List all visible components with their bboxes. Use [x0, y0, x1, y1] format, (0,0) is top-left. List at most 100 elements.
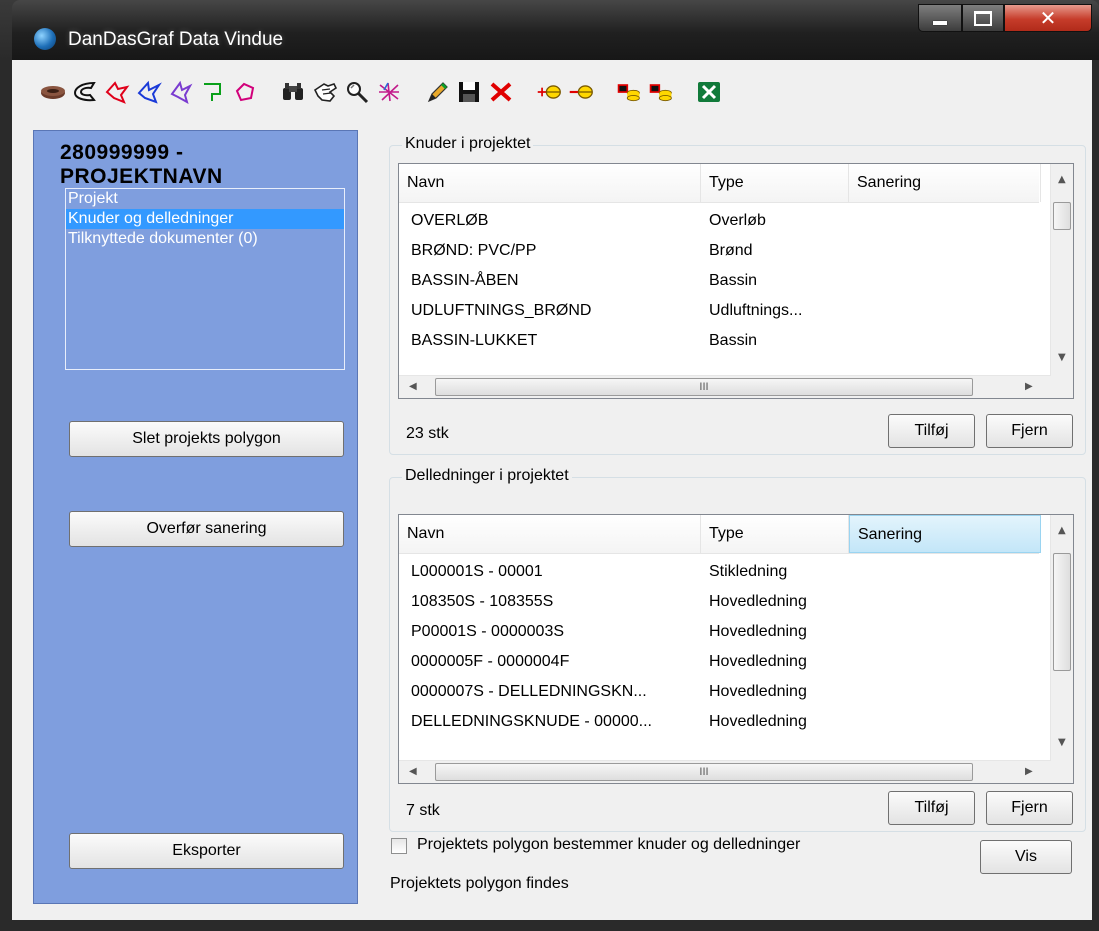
- column-header-sanering[interactable]: Sanering: [849, 515, 1041, 553]
- scroll-left-icon[interactable]: ◀: [409, 381, 417, 392]
- cell-type: Hovedledning: [709, 593, 807, 610]
- delledninger-vertical-scrollbar[interactable]: ▲ ▼: [1050, 515, 1073, 761]
- delledninger-remove-button[interactable]: Fjern: [986, 791, 1073, 825]
- remove-db-icon[interactable]: [648, 79, 674, 105]
- cell-navn: L000001S - 00001: [411, 563, 543, 580]
- knuder-list-header: Navn Type Sanering: [399, 164, 1041, 203]
- maximize-button[interactable]: [962, 4, 1004, 32]
- cell-navn: BASSIN-LUKKET: [411, 332, 538, 349]
- red-polygon-icon[interactable]: [104, 79, 130, 105]
- scroll-down-icon[interactable]: ▼: [1058, 352, 1066, 363]
- knuder-vertical-scrollbar[interactable]: ▲ ▼: [1050, 164, 1073, 376]
- table-row[interactable]: UDLUFTNINGS_BRØND Udluftnings...: [399, 296, 1039, 326]
- pink-polygon-icon[interactable]: [232, 79, 258, 105]
- nav-item-projekt[interactable]: Projekt: [66, 189, 344, 209]
- scroll-thumb-horizontal[interactable]: III: [435, 763, 973, 781]
- table-row[interactable]: BASSIN-LUKKET Bassin: [399, 326, 1039, 356]
- delledninger-legend: Delledninger i projektet: [402, 467, 572, 485]
- close-button[interactable]: ✕: [1004, 4, 1092, 32]
- delledninger-list[interactable]: Navn Type Sanering L000001S - 00001 Stik…: [398, 514, 1074, 784]
- cell-type: Hovedledning: [709, 683, 807, 700]
- network-icon[interactable]: [376, 79, 402, 105]
- cell-type: Hovedledning: [709, 623, 807, 640]
- add-node-icon[interactable]: [536, 79, 562, 105]
- table-row[interactable]: DELLEDNINGSKNUDE - 00000... Hovedledning: [399, 707, 1039, 737]
- nav-item-tilknyttede-dokumenter[interactable]: Tilknyttede dokumenter (0): [66, 229, 344, 249]
- blue-polygon-outline-icon[interactable]: [168, 79, 194, 105]
- column-header-navn[interactable]: Navn: [399, 164, 701, 202]
- project-nav-list[interactable]: Projekt Knuder og delledninger Tilknytte…: [65, 188, 345, 370]
- table-row[interactable]: P00001S - 0000003S Hovedledning: [399, 617, 1039, 647]
- magnifier-icon[interactable]: [344, 79, 370, 105]
- client-area: 280999999 - PROJEKTNAVN Projekt Knuder o…: [12, 60, 1092, 920]
- table-row[interactable]: OVERLØB Overløb: [399, 206, 1039, 236]
- column-header-sanering[interactable]: Sanering: [849, 164, 1041, 202]
- export-button[interactable]: Eksporter: [69, 833, 344, 869]
- scroll-right-icon[interactable]: ▶: [1025, 766, 1033, 777]
- delledninger-list-header: Navn Type Sanering: [399, 515, 1041, 554]
- title-bar[interactable]: DanDasGraf Data Vindue ✕: [12, 0, 1099, 60]
- add-db-icon[interactable]: [616, 79, 642, 105]
- table-row[interactable]: 0000007S - DELLEDNINGSKN... Hovedledning: [399, 677, 1039, 707]
- polygon-determines-checkbox[interactable]: [391, 838, 407, 854]
- knuder-horizontal-scrollbar[interactable]: ◀ III ▶: [399, 375, 1051, 398]
- app-globe-icon: [34, 28, 56, 50]
- nav-item-knuder-og-delledninger[interactable]: Knuder og delledninger: [66, 209, 344, 229]
- scroll-up-icon[interactable]: ▲: [1058, 174, 1066, 185]
- delledninger-horizontal-scrollbar[interactable]: ◀ III ▶: [399, 760, 1051, 783]
- scroll-thumb[interactable]: [1053, 553, 1071, 671]
- cell-type: Overløb: [709, 212, 766, 229]
- cell-type: Stikledning: [709, 563, 788, 580]
- minimize-button[interactable]: [918, 4, 962, 32]
- delete-icon[interactable]: [488, 79, 514, 105]
- knuder-add-button[interactable]: Tilføj: [888, 414, 975, 448]
- cell-navn: UDLUFTNINGS_BRØND: [411, 302, 592, 319]
- pencil-icon[interactable]: [424, 79, 450, 105]
- column-header-type[interactable]: Type: [701, 164, 849, 202]
- scroll-corner: [1051, 376, 1073, 398]
- cell-navn: BRØND: PVC/PP: [411, 242, 537, 259]
- knuder-list[interactable]: Navn Type Sanering OVERLØB Overløb BRØND…: [398, 163, 1074, 399]
- table-row[interactable]: 0000005F - 0000004F Hovedledning: [399, 647, 1039, 677]
- transfer-sanering-button[interactable]: Overfør sanering: [69, 511, 344, 547]
- delete-polygon-button[interactable]: Slet projekts polygon: [69, 421, 344, 457]
- project-panel: 280999999 - PROJEKTNAVN Projekt Knuder o…: [33, 130, 358, 904]
- scroll-left-icon[interactable]: ◀: [409, 766, 417, 777]
- blue-polygon-icon[interactable]: [136, 79, 162, 105]
- project-id: 280999999 -: [60, 141, 184, 164]
- column-header-type[interactable]: Type: [701, 515, 849, 553]
- table-row[interactable]: BASSIN-ÅBEN Bassin: [399, 266, 1039, 296]
- scroll-thumb-horizontal[interactable]: III: [435, 378, 973, 396]
- boomerang-icon[interactable]: [72, 79, 98, 105]
- status-text: Projektets polygon findes: [390, 875, 569, 892]
- binoculars-icon[interactable]: [280, 79, 306, 105]
- scroll-thumb[interactable]: [1053, 202, 1071, 230]
- scroll-right-icon[interactable]: ▶: [1025, 381, 1033, 392]
- knuder-group: Knuder i projektet Navn Type Sanering OV…: [389, 135, 1086, 455]
- cell-navn: 0000005F - 0000004F: [411, 653, 570, 670]
- delledninger-add-button[interactable]: Tilføj: [888, 791, 975, 825]
- hand-select-icon[interactable]: [312, 79, 338, 105]
- cell-navn: P00001S - 0000003S: [411, 623, 565, 640]
- toolbar: [12, 60, 1092, 124]
- project-heading: 280999999 - PROJEKTNAVN: [60, 141, 223, 189]
- cell-navn: OVERLØB: [411, 212, 489, 229]
- remove-node-icon[interactable]: [568, 79, 594, 105]
- cell-type: Bassin: [709, 272, 758, 289]
- table-row[interactable]: L000001S - 00001 Stikledning: [399, 557, 1039, 587]
- disk-icon[interactable]: [40, 79, 66, 105]
- knuder-remove-button[interactable]: Fjern: [986, 414, 1073, 448]
- scroll-up-icon[interactable]: ▲: [1058, 525, 1066, 536]
- cell-type: Hovedledning: [709, 713, 807, 730]
- knuder-count: 23 stk: [406, 425, 449, 442]
- table-row[interactable]: BRØND: PVC/PP Brønd: [399, 236, 1039, 266]
- excel-export-icon[interactable]: [696, 79, 722, 105]
- show-button[interactable]: Vis: [980, 840, 1072, 874]
- delledninger-count: 7 stk: [406, 802, 440, 819]
- scroll-down-icon[interactable]: ▼: [1058, 737, 1066, 748]
- table-row[interactable]: 108350S - 108355S Hovedledning: [399, 587, 1039, 617]
- green-polygon-icon[interactable]: [200, 79, 226, 105]
- polygon-determines-label[interactable]: Projektets polygon bestemmer knuder og d…: [417, 836, 800, 854]
- save-icon[interactable]: [456, 79, 482, 105]
- column-header-navn[interactable]: Navn: [399, 515, 701, 553]
